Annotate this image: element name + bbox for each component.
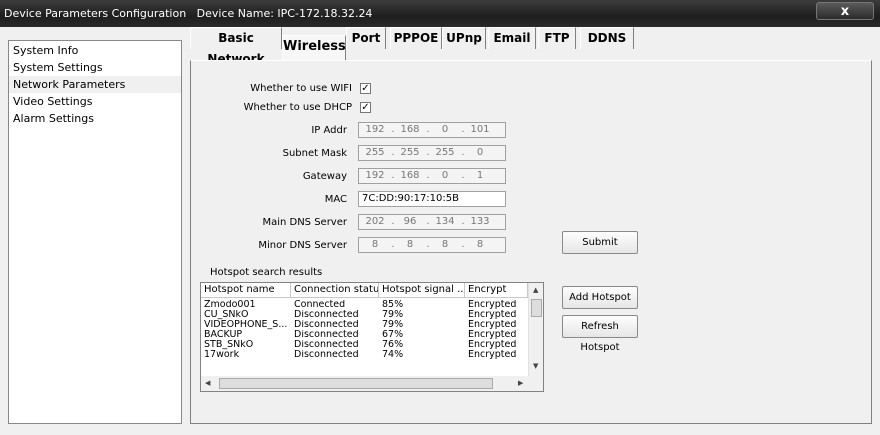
window-title: Device Parameters Configuration Device N… [4, 7, 373, 20]
subnet-mask-octet-1: 255 [365, 147, 385, 158]
ip-addr-octet-4: 101 [470, 124, 490, 135]
cell-encrypt: Encrypted [468, 320, 517, 330]
main-dns-label: Main DNS Server [262, 217, 347, 228]
use-wifi-checkbox[interactable]: ✓ [360, 83, 371, 94]
close-icon: x [840, 4, 850, 19]
cell-encrypt: Encrypted [468, 330, 517, 340]
column-header-encrypt[interactable]: Encrypt [465, 283, 528, 298]
hotspot-results-label: Hotspot search results [210, 267, 323, 278]
horizontal-scrollbar[interactable]: ◀ ▶ [201, 376, 543, 391]
cell-signal: 85% [382, 300, 404, 310]
scroll-right-icon[interactable]: ▶ [518, 379, 523, 387]
ip-addr-field[interactable]: 192. 168. 0. 101 [358, 122, 506, 138]
sidebar-item-alarm-settings[interactable]: Alarm Settings [9, 110, 181, 127]
column-header-connection-status[interactable]: Connection status [291, 283, 379, 298]
refresh-hotspot-button[interactable]: Refresh Hotspot [562, 315, 638, 353]
cell-hotspot-name: VIDEOPHONE_S... [204, 320, 288, 330]
tab-ftp[interactable]: FTP [538, 27, 576, 49]
minor-dns-field[interactable]: 8. 8. 8. 8 [358, 237, 506, 253]
sidebar-item-video-settings[interactable]: Video Settings [9, 93, 181, 110]
ip-addr-octet-2: 168 [400, 124, 420, 135]
scroll-left-icon[interactable]: ◀ [205, 379, 210, 387]
add-hotspot-button[interactable]: Add Hotspot [562, 286, 638, 309]
vertical-scrollbar[interactable]: ▲ ▼ [528, 283, 543, 377]
tab-basic-network[interactable]: Basic Network [190, 27, 282, 66]
close-button[interactable]: x [816, 2, 874, 20]
subnet-mask-octet-3: 255 [435, 147, 455, 158]
ip-addr-label: IP Addr [311, 125, 347, 136]
cell-hotspot-name: BACKUP [204, 330, 243, 340]
scroll-up-icon[interactable]: ▲ [533, 286, 538, 294]
cell-connection-status: Disconnected [294, 320, 359, 330]
cell-hotspot-name: STB_SNkO [204, 340, 254, 350]
use-dhcp-label: Whether to use DHCP [243, 102, 352, 113]
sidebar-item-system-settings[interactable]: System Settings [9, 59, 181, 76]
tab-ddns[interactable]: DDNS [580, 27, 634, 49]
gateway-label: Gateway [302, 171, 347, 182]
hotspot-list[interactable]: Hotspot name Connection status Hotspot s… [200, 282, 544, 392]
main-dns-field[interactable]: 202. 96. 134. 133 [358, 214, 506, 230]
cell-connection-status: Connected [294, 300, 346, 310]
gateway-octet-3: 0 [441, 170, 449, 181]
main-dns-octet-3: 134 [435, 216, 455, 227]
use-wifi-label: Whether to use WIFI [250, 83, 352, 94]
ip-addr-octet-3: 0 [441, 124, 449, 135]
cell-connection-status: Disconnected [294, 340, 359, 350]
cell-encrypt: Encrypted [468, 350, 517, 360]
scroll-down-icon[interactable]: ▼ [533, 362, 538, 370]
sidebar-item-system-info[interactable]: System Info [9, 42, 181, 59]
sidebar: System Info System Settings Network Para… [8, 40, 182, 424]
scrollbar-thumb[interactable] [219, 378, 493, 389]
column-header-hotspot-signal[interactable]: Hotspot signal ... [379, 283, 465, 298]
tab-wireless[interactable]: Wireless [282, 35, 346, 60]
minor-dns-octet-1: 8 [371, 239, 379, 250]
scrollbar-thumb[interactable] [531, 299, 542, 317]
tab-pppoe[interactable]: PPPOE [390, 27, 442, 49]
cell-signal: 79% [382, 320, 404, 330]
cell-connection-status: Disconnected [294, 350, 359, 360]
main-dns-octet-1: 202 [365, 216, 385, 227]
cell-signal: 79% [382, 310, 404, 320]
gateway-octet-1: 192 [365, 170, 385, 181]
gateway-octet-2: 168 [400, 170, 420, 181]
column-header-hotspot-name[interactable]: Hotspot name [201, 283, 291, 298]
subnet-mask-label: Subnet Mask [282, 148, 347, 159]
minor-dns-octet-2: 8 [406, 239, 414, 250]
title-bar: Device Parameters Configuration Device N… [0, 0, 880, 27]
cell-encrypt: Encrypted [468, 340, 517, 350]
cell-hotspot-name: CU_SNkO [204, 310, 249, 320]
subnet-mask-field[interactable]: 255. 255. 255. 0 [358, 145, 506, 161]
cell-connection-status: Disconnected [294, 310, 359, 320]
cell-encrypt: Encrypted [468, 300, 517, 310]
sidebar-item-network-parameters[interactable]: Network Parameters [9, 76, 181, 93]
window-client: System Info System Settings Network Para… [0, 27, 880, 435]
cell-hotspot-name: Zmodo001 [204, 300, 256, 310]
tab-email[interactable]: Email [488, 27, 536, 49]
minor-dns-octet-3: 8 [441, 239, 449, 250]
minor-dns-octet-4: 8 [476, 239, 484, 250]
main-dns-octet-2: 96 [403, 216, 417, 227]
submit-button[interactable]: Submit [562, 231, 638, 254]
tab-upnp[interactable]: UPnp [442, 27, 486, 49]
mac-label: MAC [324, 194, 347, 205]
cell-signal: 67% [382, 330, 404, 340]
subnet-mask-octet-4: 0 [476, 147, 484, 158]
cell-encrypt: Encrypted [468, 310, 517, 320]
cell-connection-status: Disconnected [294, 330, 359, 340]
cell-signal: 74% [382, 350, 404, 360]
tab-port[interactable]: Port [346, 27, 386, 49]
cell-signal: 76% [382, 340, 404, 350]
minor-dns-label: Minor DNS Server [258, 240, 347, 251]
subnet-mask-octet-2: 255 [400, 147, 420, 158]
cell-hotspot-name: 17work [204, 350, 240, 360]
use-dhcp-checkbox[interactable]: ✓ [360, 102, 371, 113]
gateway-octet-4: 1 [476, 170, 484, 181]
main-dns-octet-4: 133 [470, 216, 490, 227]
gateway-field[interactable]: 192. 168. 0. 1 [358, 168, 506, 184]
ip-addr-octet-1: 192 [365, 124, 385, 135]
mac-field[interactable]: 7C:DD:90:17:10:5B [358, 191, 506, 207]
